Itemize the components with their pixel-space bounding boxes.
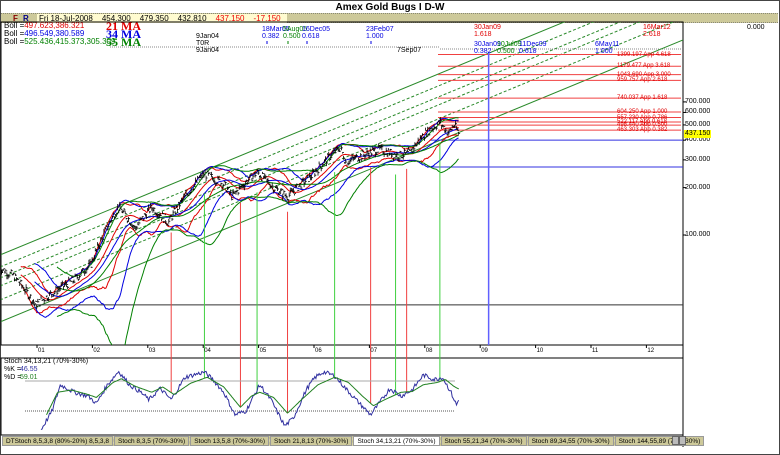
indicator-tab[interactable]: Stoch 89,34,55 (70%-30%) [527,436,614,446]
y-tick-label: 700.000 [685,97,711,105]
x-tick-label: 10 [536,348,544,354]
fib-price-label: 463.303 App 0.382 [617,127,668,134]
indicator-tab[interactable]: Stoch 8,3,5 (70%-30%) [113,436,190,446]
x-tick-label: 01 [38,348,45,354]
x-tick-label: 03 [148,348,156,354]
indicator-tab[interactable]: Stoch 34,13,21 (70%-30%) [353,436,440,446]
fib-price-label: 1399.197 App 4.618 [617,51,671,58]
fib-time-ratio: 0.382 [474,48,492,55]
indicator-tab[interactable]: Stoch 13,5,8 (70%-30%) [190,436,270,446]
indicator-tab[interactable]: Stoch 144,55,89 (70%-30%) [614,436,705,446]
x-tick-label: 12 [647,348,655,354]
stoch-title: Stoch 34,13,21 (70%-30%) [4,358,89,365]
channel-line [1,22,595,268]
x-tick-label: 06 [315,348,322,354]
corner-value: 0.000 [747,24,765,31]
x-tick-label: 08 [425,348,433,354]
y-tick-label: 500.000 [685,120,711,128]
stoch-d-label: %D = [4,374,22,381]
stoch-k-label: %K = [4,366,21,373]
fib-time-ratio: 2.618 [643,31,661,38]
fib-price-label: 740.037 App 1.618 [617,95,668,102]
fib-time-ratio: 0.618 [519,48,537,55]
x-tick-label: 05 [259,348,267,354]
stoch-d-value: 59.01 [20,374,38,381]
y-tick-label: 100.000 [685,231,711,238]
fib-time-ratio: 0.500 [497,48,515,55]
fib-price-label: 959.757 App 2.618 [617,77,668,84]
tab-scroll-left-button[interactable] [672,436,679,445]
x-tick-label: 04 [204,348,211,354]
channel-line [1,39,683,323]
y-tick-label: 200.000 [685,183,711,191]
price-panel-border [0,21,684,346]
x-tick-label: 09 [481,348,488,354]
fib-time-ratio: 1.000 [595,48,613,55]
x-tick-label: 02 [93,348,101,354]
tab-scroll-right-button[interactable] [679,436,686,445]
fib-time-ratio: 0.500 [283,33,301,40]
fib-price-label: 1179.477 App 3.618 [617,63,671,70]
stoch-panel-border [0,357,684,436]
fib-time-ratio: 1.618 [474,31,492,38]
indicator-tab[interactable]: Stoch 55,21,34 (70%-30%) [440,436,527,446]
stoch-k-value: 46.55 [20,366,38,373]
last-price-marker: 437.150 [684,130,712,139]
fib-time-ratio: 0.382 [262,33,280,40]
anchor-date: 9Jan04 [196,47,219,54]
y-tick-label: 300.000 [685,155,711,163]
indicator-tabs: DTStoch 8,5,3,8 (80%-20%) 8,5,3,8 Stoch 8… [2,436,705,446]
indicator-tab[interactable]: DTStoch 8,5,3,8 (80%-20%) 8,5,3,8 [2,436,113,446]
fib-time-ratio: 1.000 [366,33,384,40]
indicator-tab[interactable]: Stoch 21,8,13 (70%-30%) [270,436,353,446]
x-tick-label: 11 [592,348,599,354]
x-tick-label: 07 [370,348,378,354]
channel-line [1,22,566,256]
fib-time-ratio: 0.618 [302,33,320,40]
anchor-date: 7Sep07 [397,47,422,54]
y-tick-label: 600.000 [685,108,711,116]
bollinger-upper-34 [34,117,459,288]
